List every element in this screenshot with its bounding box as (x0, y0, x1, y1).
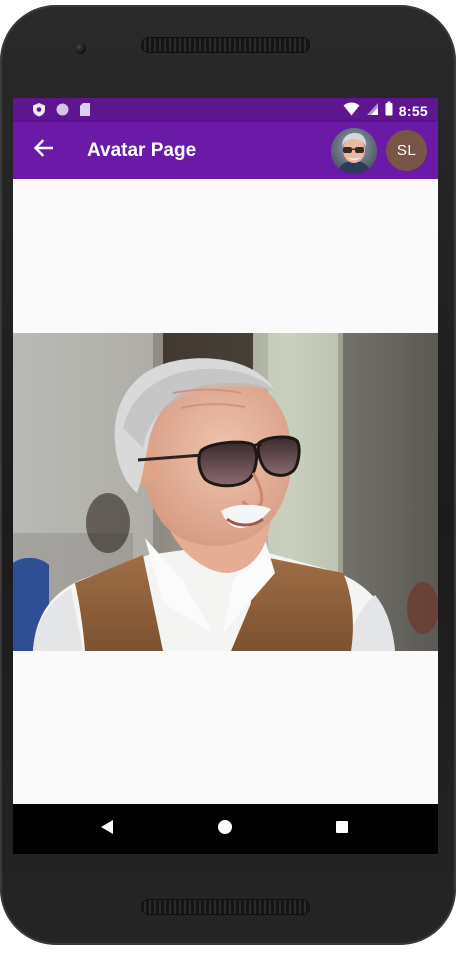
app-bar: Avatar Page SL (13, 122, 438, 179)
nav-recents-button[interactable] (332, 819, 352, 839)
status-right-icons: 8:55 (343, 101, 428, 121)
nav-back-button[interactable] (97, 819, 117, 839)
avatar-photo[interactable] (331, 128, 377, 174)
back-button[interactable] (29, 136, 57, 164)
battery-icon (385, 101, 393, 121)
circle-status-icon (55, 102, 70, 122)
home-circle-icon (217, 819, 233, 840)
recents-square-icon (335, 820, 349, 839)
arrow-back-icon (33, 138, 54, 162)
nav-home-button[interactable] (215, 819, 235, 839)
portrait-photo (13, 333, 438, 651)
status-time: 8:55 (398, 103, 428, 119)
status-left-icons (32, 102, 91, 122)
page-title: Avatar Page (87, 140, 197, 161)
shield-icon (32, 102, 46, 122)
avatar-initials[interactable]: SL (386, 130, 427, 171)
system-navigation-bar (13, 804, 438, 854)
top-speaker (141, 37, 310, 53)
back-triangle-icon (100, 819, 114, 840)
status-bar: 8:55 (13, 98, 438, 122)
wifi-icon (343, 102, 360, 121)
content-area (13, 179, 438, 804)
device-screen: 8:55 Avatar Page SL (13, 98, 438, 854)
bottom-speaker (141, 899, 310, 915)
avatar-portrait-image (331, 128, 377, 174)
cellular-signal-icon (366, 102, 379, 121)
avatar-large-image (13, 333, 438, 651)
front-camera (75, 43, 86, 54)
phone-frame: 8:55 Avatar Page SL (0, 5, 456, 945)
sim-card-icon (79, 102, 91, 122)
page: 8:55 Avatar Page SL (0, 0, 459, 954)
